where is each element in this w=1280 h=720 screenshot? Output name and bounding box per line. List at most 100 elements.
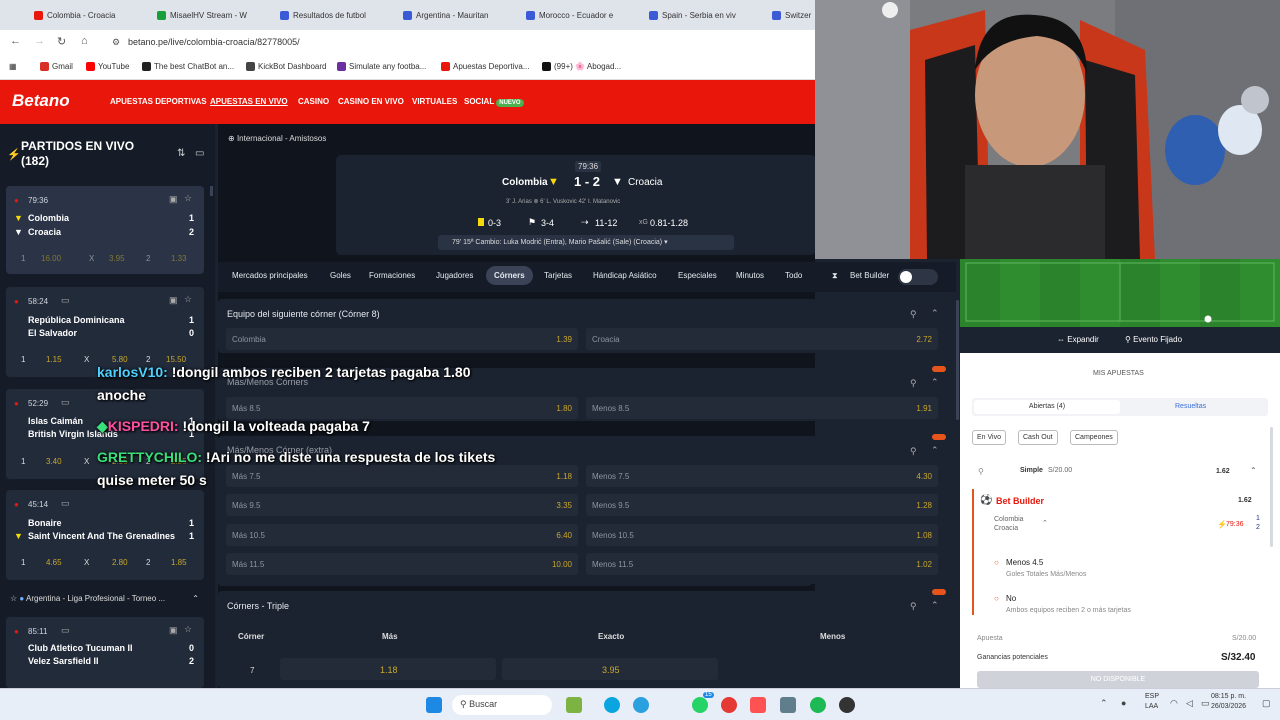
pin-icon[interactable]: ⚲ — [978, 467, 984, 476]
expand-button[interactable]: ⇔ Expandir — [1057, 335, 1099, 344]
odd-button[interactable]: Menos 10.51.08 — [586, 524, 938, 546]
tab-tarjetas[interactable]: Tarjetas — [544, 271, 572, 280]
edge-icon[interactable] — [604, 697, 620, 713]
browser-tab[interactable]: Colombia - Croacia — [34, 6, 150, 24]
chevron-up-icon[interactable]: ⌃ — [931, 600, 939, 611]
stats-icon[interactable]: ▣ — [169, 194, 178, 205]
browser-tab[interactable]: Switzer — [772, 6, 815, 24]
pin-event-button[interactable]: ⚲ Evento Fijado — [1125, 335, 1182, 344]
chevron-up-icon[interactable]: ⌃ — [931, 445, 939, 456]
event-ticker[interactable]: 79' 15ª Cambio: Luka Modrić (Entra), Mar… — [438, 235, 734, 250]
tab-settled-bets[interactable]: Resueltas — [1175, 403, 1206, 410]
apps-icon[interactable]: ▦ — [9, 62, 17, 71]
filter-campeones[interactable]: Campeones — [1070, 430, 1118, 445]
clock-date[interactable]: 26/03/2026 — [1211, 703, 1246, 710]
url-field[interactable]: betano.pe/live/colombia-croacia/82778005… — [128, 37, 300, 47]
tab-handicap-asiatico[interactable]: Hándicap Asiático — [593, 271, 657, 280]
bookmark-kickbot[interactable]: KickBot Dashboard — [246, 62, 326, 71]
bookmark-apuestas[interactable]: Apuestas Deportiva... — [441, 62, 529, 71]
favorite-star-icon[interactable]: ☆ — [184, 193, 192, 204]
betano-logo[interactable]: Betano — [12, 91, 70, 111]
tab-minutos[interactable]: Minutos — [736, 271, 764, 280]
wifi-icon[interactable]: ◠ — [1170, 698, 1178, 709]
browser-tab[interactable]: Spain - Serbia en viv — [649, 6, 765, 24]
chevron-up-icon[interactable]: ⌃ — [931, 377, 939, 388]
start-icon[interactable] — [426, 697, 442, 713]
taskbar-search[interactable]: ⚲ Buscar — [452, 695, 552, 715]
obs-icon[interactable] — [839, 697, 855, 713]
home-icon[interactable]: ⌂ — [81, 35, 88, 47]
filter-en-vivo[interactable]: En Vivo — [972, 430, 1006, 445]
pin-icon[interactable]: ⚲ — [910, 601, 917, 612]
sort-icon[interactable]: ⇅ — [177, 148, 185, 159]
betslip-scrollbar[interactable] — [1270, 427, 1273, 547]
odd-button[interactable]: 1.18 — [280, 658, 496, 680]
reload-icon[interactable]: ↻ — [57, 35, 66, 48]
odd-button[interactable]: Más 10.56.40 — [226, 524, 578, 546]
odd-button[interactable]: Más 7.51.18 — [226, 465, 578, 487]
bookmark-youtube[interactable]: YouTube — [86, 62, 129, 71]
stats-icon[interactable]: ▣ — [169, 295, 178, 306]
odd-button[interactable]: Menos 7.54.30 — [586, 465, 938, 487]
clock-time[interactable]: 08:15 p. m. — [1211, 693, 1246, 700]
match-card[interactable]: ● 45:14 ▭ Bonaire 1 ▼ Saint Vincent And … — [6, 490, 204, 580]
pin-icon[interactable]: ⚲ — [910, 378, 917, 389]
volume-icon[interactable]: ◁ — [1186, 698, 1193, 709]
chevron-up-icon[interactable]: ⌃ — [1042, 519, 1048, 527]
spotify-icon[interactable] — [810, 697, 826, 713]
favorite-star-icon[interactable]: ☆ — [10, 594, 17, 603]
battery-icon[interactable]: ▭ — [1201, 698, 1210, 709]
bet-card[interactable]: ⚽ Bet Builder 1.62 Colombia Croacia ⌃ ⚡ … — [972, 489, 1268, 615]
tab-formaciones[interactable]: Formaciones — [369, 271, 415, 280]
tv-icon[interactable]: ▭ — [195, 148, 204, 159]
browser-tab[interactable]: Argentina - Mauritan — [403, 6, 519, 24]
favorite-star-icon[interactable]: ☆ — [184, 624, 192, 635]
odd-button[interactable]: Más 11.510.00 — [226, 553, 578, 575]
browser-tab[interactable]: Resultados de futbol — [280, 6, 396, 24]
tab-corners[interactable]: Córners — [486, 266, 533, 285]
text-app-icon[interactable] — [750, 697, 766, 713]
browser-tab[interactable]: MisaelHV Stream - W — [157, 6, 273, 24]
chevron-up-icon[interactable]: ⌃ — [931, 308, 939, 319]
telegram-icon[interactable] — [633, 697, 649, 713]
nav-casino[interactable]: CASINO — [298, 97, 329, 106]
tab-open-bets[interactable]: Abiertas (4) — [974, 400, 1120, 414]
filter-cash-out[interactable]: Cash Out — [1018, 430, 1058, 445]
back-icon[interactable]: ← — [10, 35, 21, 47]
tab-goles[interactable]: Goles — [330, 271, 351, 280]
calculator-icon[interactable] — [780, 697, 796, 713]
tab-jugadores[interactable]: Jugadores — [436, 271, 473, 280]
nav-apuestas-en-vivo[interactable]: APUESTAS EN VIVO — [210, 97, 288, 106]
browser-tab[interactable]: Morocco - Ecuador e — [526, 6, 642, 24]
odd-button[interactable]: Menos 8.51.91 — [586, 397, 938, 419]
unavailable-button[interactable]: NO DISPONIBLE — [977, 671, 1259, 688]
tab-especiales[interactable]: Especiales — [678, 271, 717, 280]
chevron-down-icon[interactable]: ▾ — [664, 239, 668, 246]
tab-todo[interactable]: Todo — [785, 271, 802, 280]
notifications-icon[interactable]: ▢ — [1262, 698, 1271, 709]
widgets-icon[interactable] — [566, 697, 582, 713]
chevron-up-icon[interactable]: ⌃ — [192, 594, 199, 603]
odd-button[interactable]: Más 8.51.80 — [226, 397, 578, 419]
odd-button[interactable]: Croacia2.72 — [586, 328, 938, 350]
bet-builder-toggle[interactable] — [898, 269, 938, 285]
mic-icon[interactable]: ● — [1121, 698, 1126, 708]
bookmark-tiktok[interactable]: (99+) 🌸 Abogad... — [542, 62, 621, 71]
match-card[interactable]: ● 79:36 ▣ ☆ ▼ Colombia 1 ▼ Croacia 2 1 16… — [6, 186, 204, 274]
forward-icon[interactable]: → — [34, 35, 45, 47]
league-header[interactable]: ☆ ● Argentina - Liga Profesional - Torne… — [10, 594, 205, 608]
nav-casino-en-vivo[interactable]: CASINO EN VIVO — [338, 97, 404, 106]
nav-apuestas-deportivas[interactable]: APUESTAS DEPORTIVAS — [110, 97, 207, 106]
odd-button[interactable]: Menos 11.51.02 — [586, 553, 938, 575]
chrome-icon[interactable] — [721, 697, 737, 713]
tab-mercados-principales[interactable]: Mercados principales — [232, 271, 308, 280]
site-info-icon[interactable]: ⚙ — [112, 37, 120, 48]
bookmark-gmail[interactable]: Gmail — [40, 62, 73, 71]
pin-icon[interactable]: ⚲ — [910, 309, 917, 320]
chevron-up-icon[interactable]: ⌃ — [1250, 466, 1257, 475]
odd-button[interactable]: Menos 9.51.28 — [586, 494, 938, 516]
odd-button[interactable]: Colombia1.39 — [226, 328, 578, 350]
main-scrollbar[interactable] — [956, 300, 959, 420]
nav-social[interactable]: SOCIAL NUEVO — [464, 97, 524, 107]
bookmark-simulate[interactable]: Simulate any footba... — [337, 62, 426, 71]
